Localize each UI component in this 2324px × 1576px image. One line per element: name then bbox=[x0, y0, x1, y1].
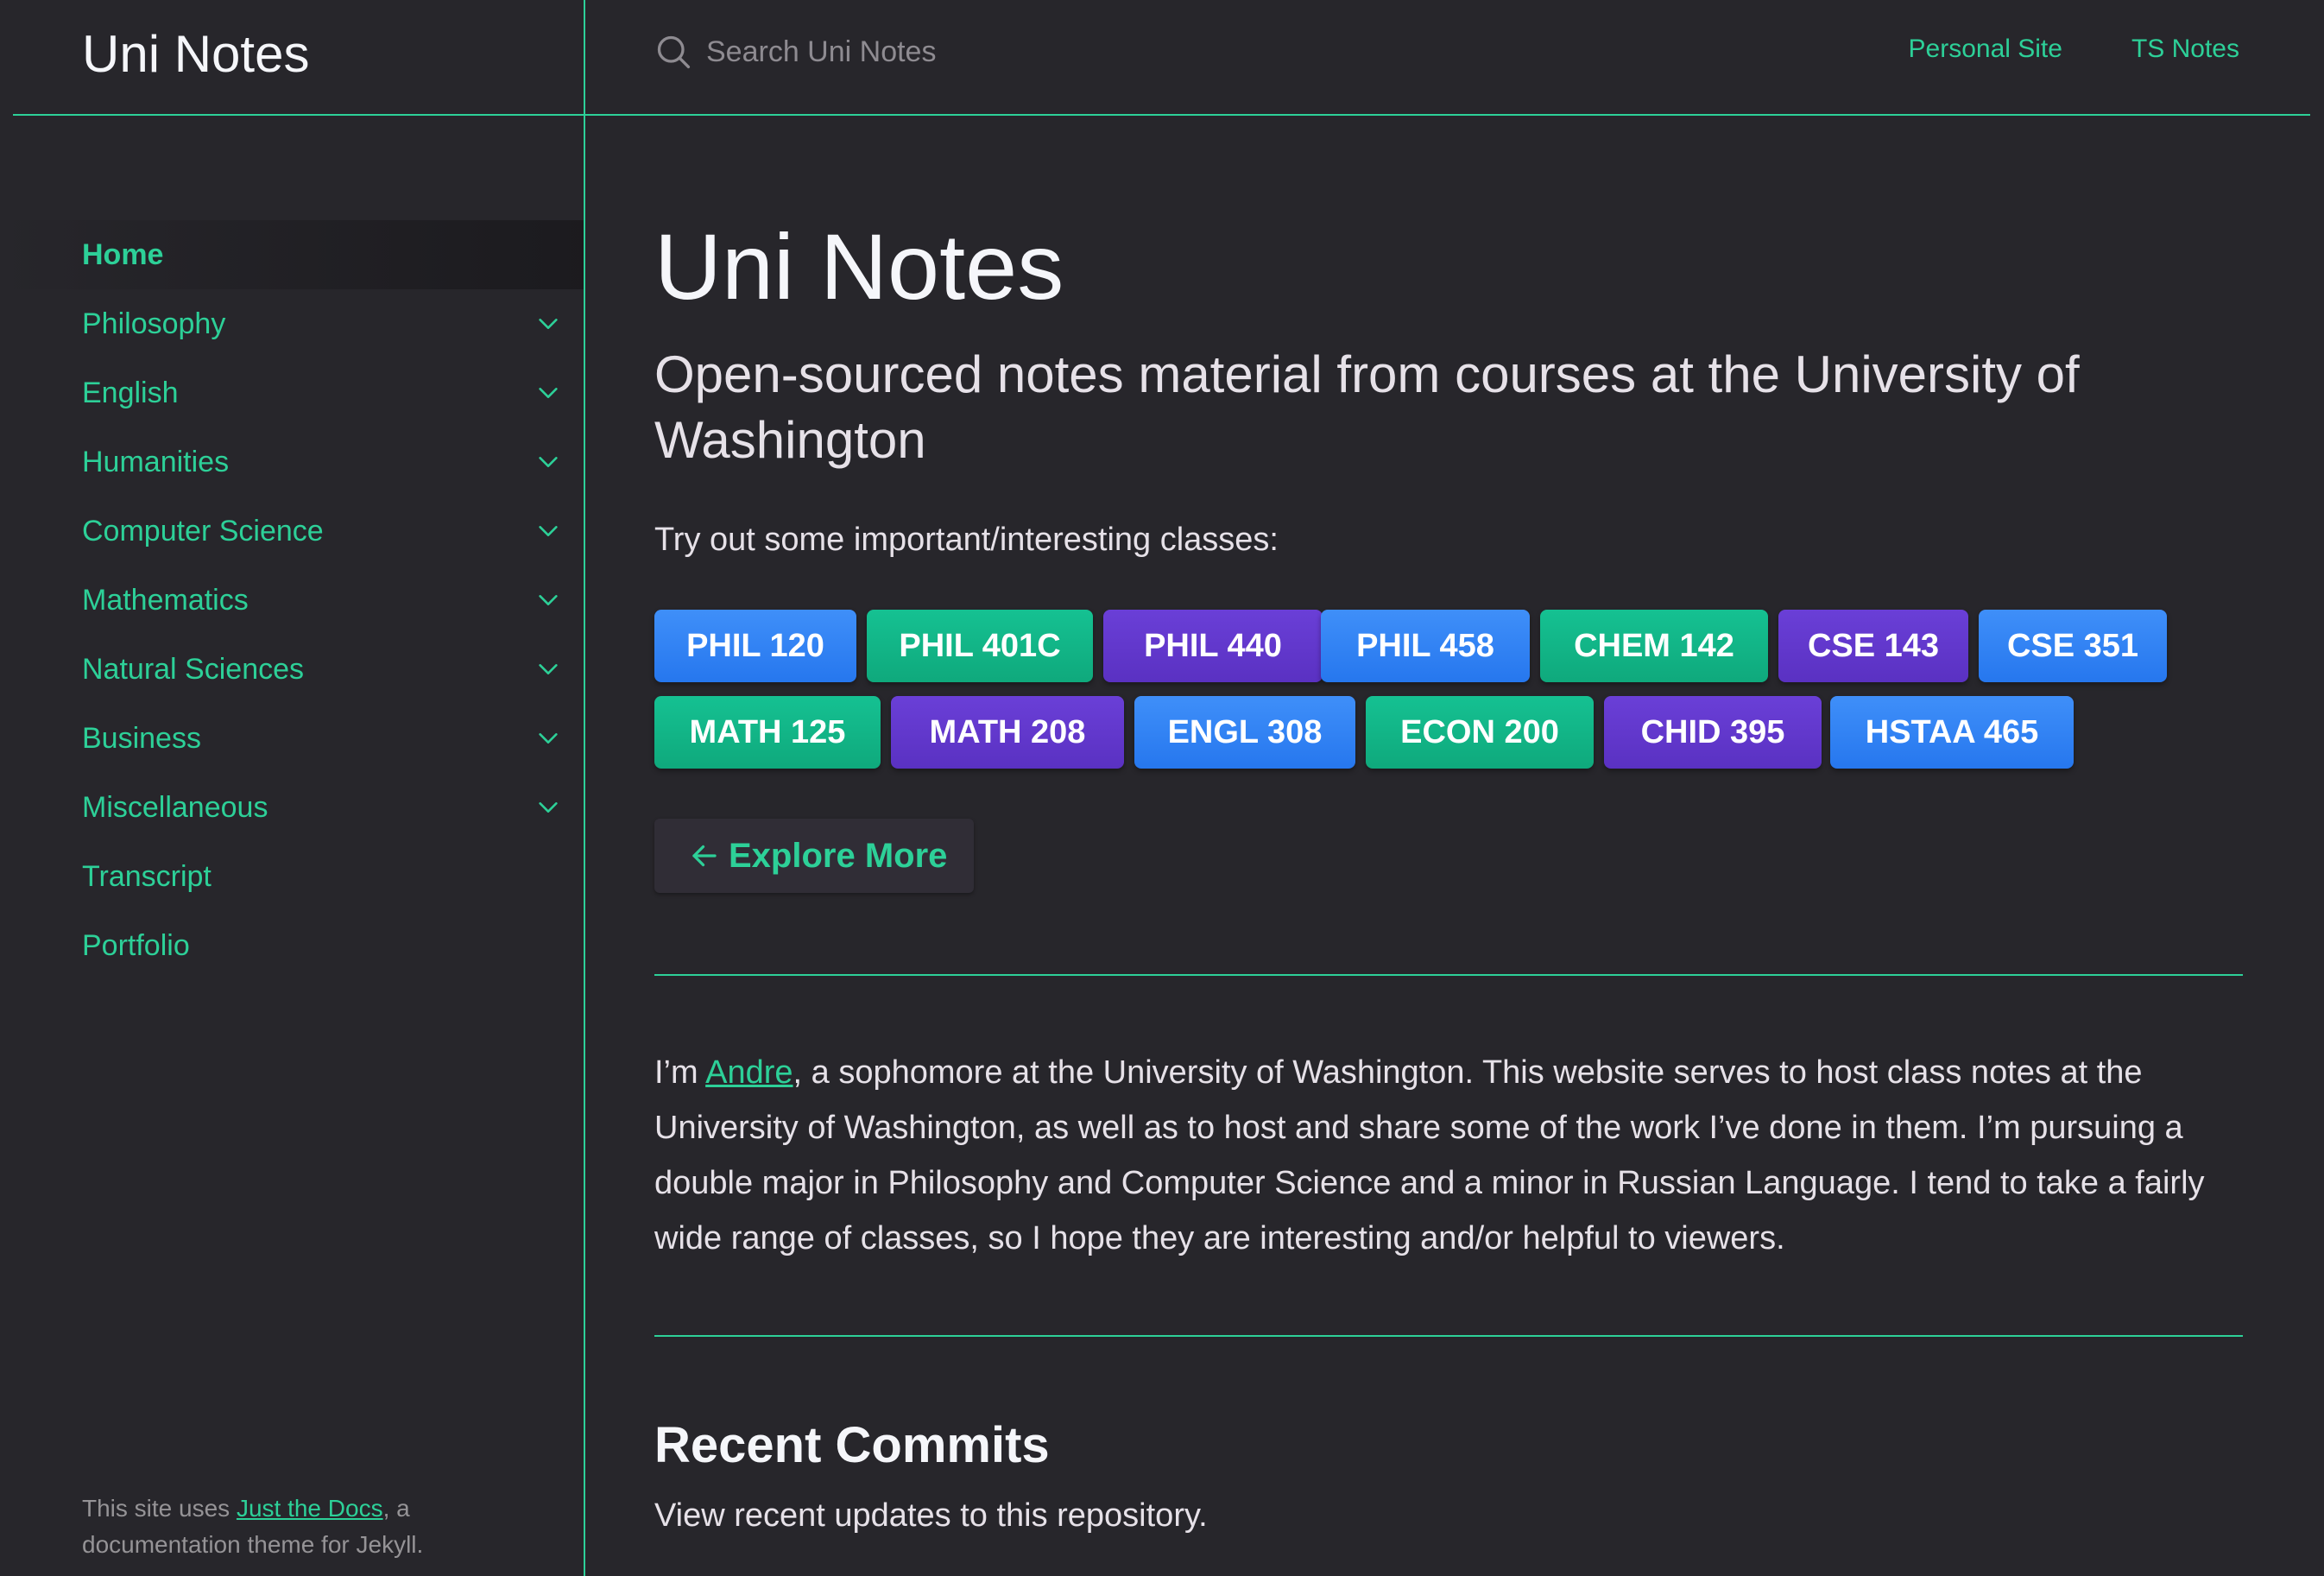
sidebar-item-label: Business bbox=[82, 721, 201, 755]
chevron-down-icon[interactable] bbox=[535, 450, 561, 474]
sidebar-item-label: Natural Sciences bbox=[82, 652, 305, 686]
chevron-down-icon[interactable] bbox=[535, 795, 561, 820]
arrow-left-icon bbox=[692, 845, 717, 867]
sidebar-item-mathematics[interactable]: Mathematics bbox=[0, 566, 584, 635]
footer-prefix: This site uses bbox=[82, 1495, 237, 1522]
andre-link[interactable]: Andre bbox=[705, 1054, 793, 1091]
sidebar-item-label: Mathematics bbox=[82, 583, 249, 617]
just-the-docs-link[interactable]: Just the Docs bbox=[237, 1495, 383, 1522]
sidebar-item-label: Humanities bbox=[82, 445, 230, 478]
sidebar-item-home[interactable]: Home bbox=[0, 220, 584, 289]
intro-paragraph: I’m Andre, a sophomore at the University… bbox=[654, 1045, 2243, 1266]
sidebar-nav: Home Philosophy English Humanities Compu… bbox=[0, 220, 584, 980]
explore-more-button[interactable]: Explore More bbox=[654, 819, 974, 893]
chevron-down-icon[interactable] bbox=[535, 381, 561, 405]
class-button-math-125[interactable]: MATH 125 bbox=[654, 696, 881, 769]
sidebar-item-business[interactable]: Business bbox=[0, 704, 584, 773]
sidebar-item-label: Computer Science bbox=[82, 514, 324, 547]
class-button-phil-401c[interactable]: PHIL 401C bbox=[867, 610, 1093, 682]
sidebar-item-label: Portfolio bbox=[82, 928, 190, 962]
sidebar-item-natural-sciences[interactable]: Natural Sciences bbox=[0, 635, 584, 704]
page-lead: Open-sourced notes material from courses… bbox=[654, 345, 2080, 469]
sidebar-item-label: Miscellaneous bbox=[82, 790, 268, 824]
sidebar-item-miscellaneous[interactable]: Miscellaneous bbox=[0, 773, 584, 842]
aux-nav: Personal Site TS Notes bbox=[1909, 35, 2239, 64]
explore-more-label: Explore More bbox=[729, 836, 948, 875]
sidebar-item-computer-science[interactable]: Computer Science bbox=[0, 497, 584, 566]
main-header: Personal Site TS Notes bbox=[585, 0, 2310, 116]
class-button-cse-351[interactable]: CSE 351 bbox=[1979, 610, 2167, 682]
chevron-down-icon[interactable] bbox=[535, 519, 561, 543]
class-button-engl-308[interactable]: ENGL 308 bbox=[1134, 696, 1355, 769]
ts-notes-link[interactable]: TS Notes bbox=[2131, 35, 2239, 64]
class-button-cse-143[interactable]: CSE 143 bbox=[1778, 610, 1968, 682]
sidebar-item-humanities[interactable]: Humanities bbox=[0, 427, 584, 497]
chevron-down-icon[interactable] bbox=[535, 657, 561, 681]
class-button-math-208[interactable]: MATH 208 bbox=[891, 696, 1124, 769]
personal-site-link[interactable]: Personal Site bbox=[1909, 35, 2062, 64]
class-button-econ-200[interactable]: ECON 200 bbox=[1366, 696, 1594, 769]
class-button-hstaa-465[interactable]: HSTAA 465 bbox=[1830, 696, 2074, 769]
class-button-phil-440[interactable]: PHIL 440 bbox=[1103, 610, 1323, 682]
sidebar-item-transcript[interactable]: Transcript bbox=[0, 842, 584, 911]
site-title[interactable]: Uni Notes bbox=[82, 24, 309, 84]
divider bbox=[654, 1335, 2243, 1337]
divider bbox=[654, 974, 2243, 976]
class-button-phil-458[interactable]: PHIL 458 bbox=[1321, 610, 1530, 682]
sidebar-item-label: Philosophy bbox=[82, 307, 226, 340]
search-input[interactable] bbox=[704, 34, 1412, 70]
sidebar-item-label: Home bbox=[82, 237, 164, 271]
recent-commits-heading: Recent Commits bbox=[654, 1417, 1050, 1473]
sidebar-item-philosophy[interactable]: Philosophy bbox=[0, 289, 584, 358]
search-bar[interactable] bbox=[654, 26, 1431, 78]
sidebar-item-portfolio[interactable]: Portfolio bbox=[0, 911, 584, 980]
sidebar-item-label: English bbox=[82, 376, 179, 409]
chevron-down-icon[interactable] bbox=[535, 312, 561, 336]
chevron-down-icon[interactable] bbox=[535, 726, 561, 750]
site-header: Uni Notes bbox=[13, 0, 585, 116]
sidebar: Uni Notes Home Philosophy English Humani… bbox=[0, 0, 585, 1576]
class-button-phil-120[interactable]: PHIL 120 bbox=[654, 610, 856, 682]
class-button-chem-142[interactable]: CHEM 142 bbox=[1540, 610, 1768, 682]
intro-after: , a sophomore at the University of Washi… bbox=[654, 1054, 2205, 1256]
chevron-down-icon[interactable] bbox=[535, 588, 561, 612]
intro-before: I’m bbox=[654, 1054, 706, 1091]
search-icon bbox=[657, 35, 691, 69]
sidebar-item-english[interactable]: English bbox=[0, 358, 584, 427]
page-title: Uni Notes bbox=[654, 214, 1064, 319]
sidebar-item-label: Transcript bbox=[82, 859, 212, 893]
recent-commits-subtitle: View recent updates to this repository. bbox=[654, 1497, 1208, 1534]
class-button-chid-395[interactable]: CHID 395 bbox=[1604, 696, 1822, 769]
sidebar-footer: This site uses Just the Docs, a document… bbox=[82, 1491, 548, 1563]
try-classes-text: Try out some important/interesting class… bbox=[654, 522, 1279, 558]
